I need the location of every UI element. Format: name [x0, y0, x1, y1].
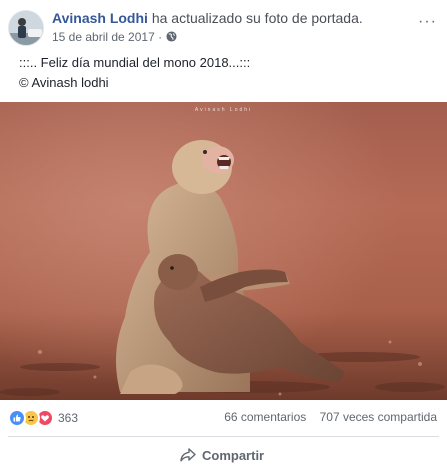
post-meta: 15 de abril de 2017 ·: [52, 30, 177, 45]
reactions-summary[interactable]: 363: [8, 409, 78, 427]
avatar[interactable]: [8, 10, 44, 46]
author-name[interactable]: Avinash Lodhi: [52, 10, 148, 26]
post-photo[interactable]: Avinash Lodhi: [0, 102, 447, 400]
share-arrow-icon: [180, 448, 196, 462]
more-options-icon[interactable]: ···: [418, 13, 437, 31]
actions-divider: [8, 436, 439, 437]
date-separator: ·: [158, 30, 163, 44]
comments-count-link[interactable]: 66 comentarios: [224, 410, 306, 424]
caption-line-1: :::.. Feliz día mundial del mono 2018...…: [19, 55, 251, 70]
post-date[interactable]: 15 de abril de 2017: [52, 30, 155, 44]
shares-count-link[interactable]: 707 veces compartida: [320, 410, 437, 424]
globe-icon[interactable]: [166, 31, 177, 42]
post-title: Avinash Lodhi ha actualizado su foto de …: [52, 10, 363, 27]
engagement-counts: 66 comentarios 707 veces compartida: [224, 410, 437, 424]
post-header: Avinash Lodhi ha actualizado su foto de …: [8, 7, 439, 47]
caption-line-2: © Avinash lodhi: [19, 75, 109, 90]
post-action-text: ha actualizado su foto de portada.: [151, 10, 363, 26]
post-stats: 363 66 comentarios 707 veces compartida: [8, 407, 439, 429]
monkey-photo: [0, 102, 447, 400]
like-icon: [8, 409, 26, 427]
photo-watermark: Avinash Lodhi: [194, 107, 253, 113]
share-label: Compartir: [202, 447, 265, 463]
reaction-count: 363: [58, 411, 79, 425]
share-button[interactable]: Compartir: [180, 444, 264, 466]
post-caption: :::.. Feliz día mundial del mono 2018...…: [19, 53, 250, 93]
